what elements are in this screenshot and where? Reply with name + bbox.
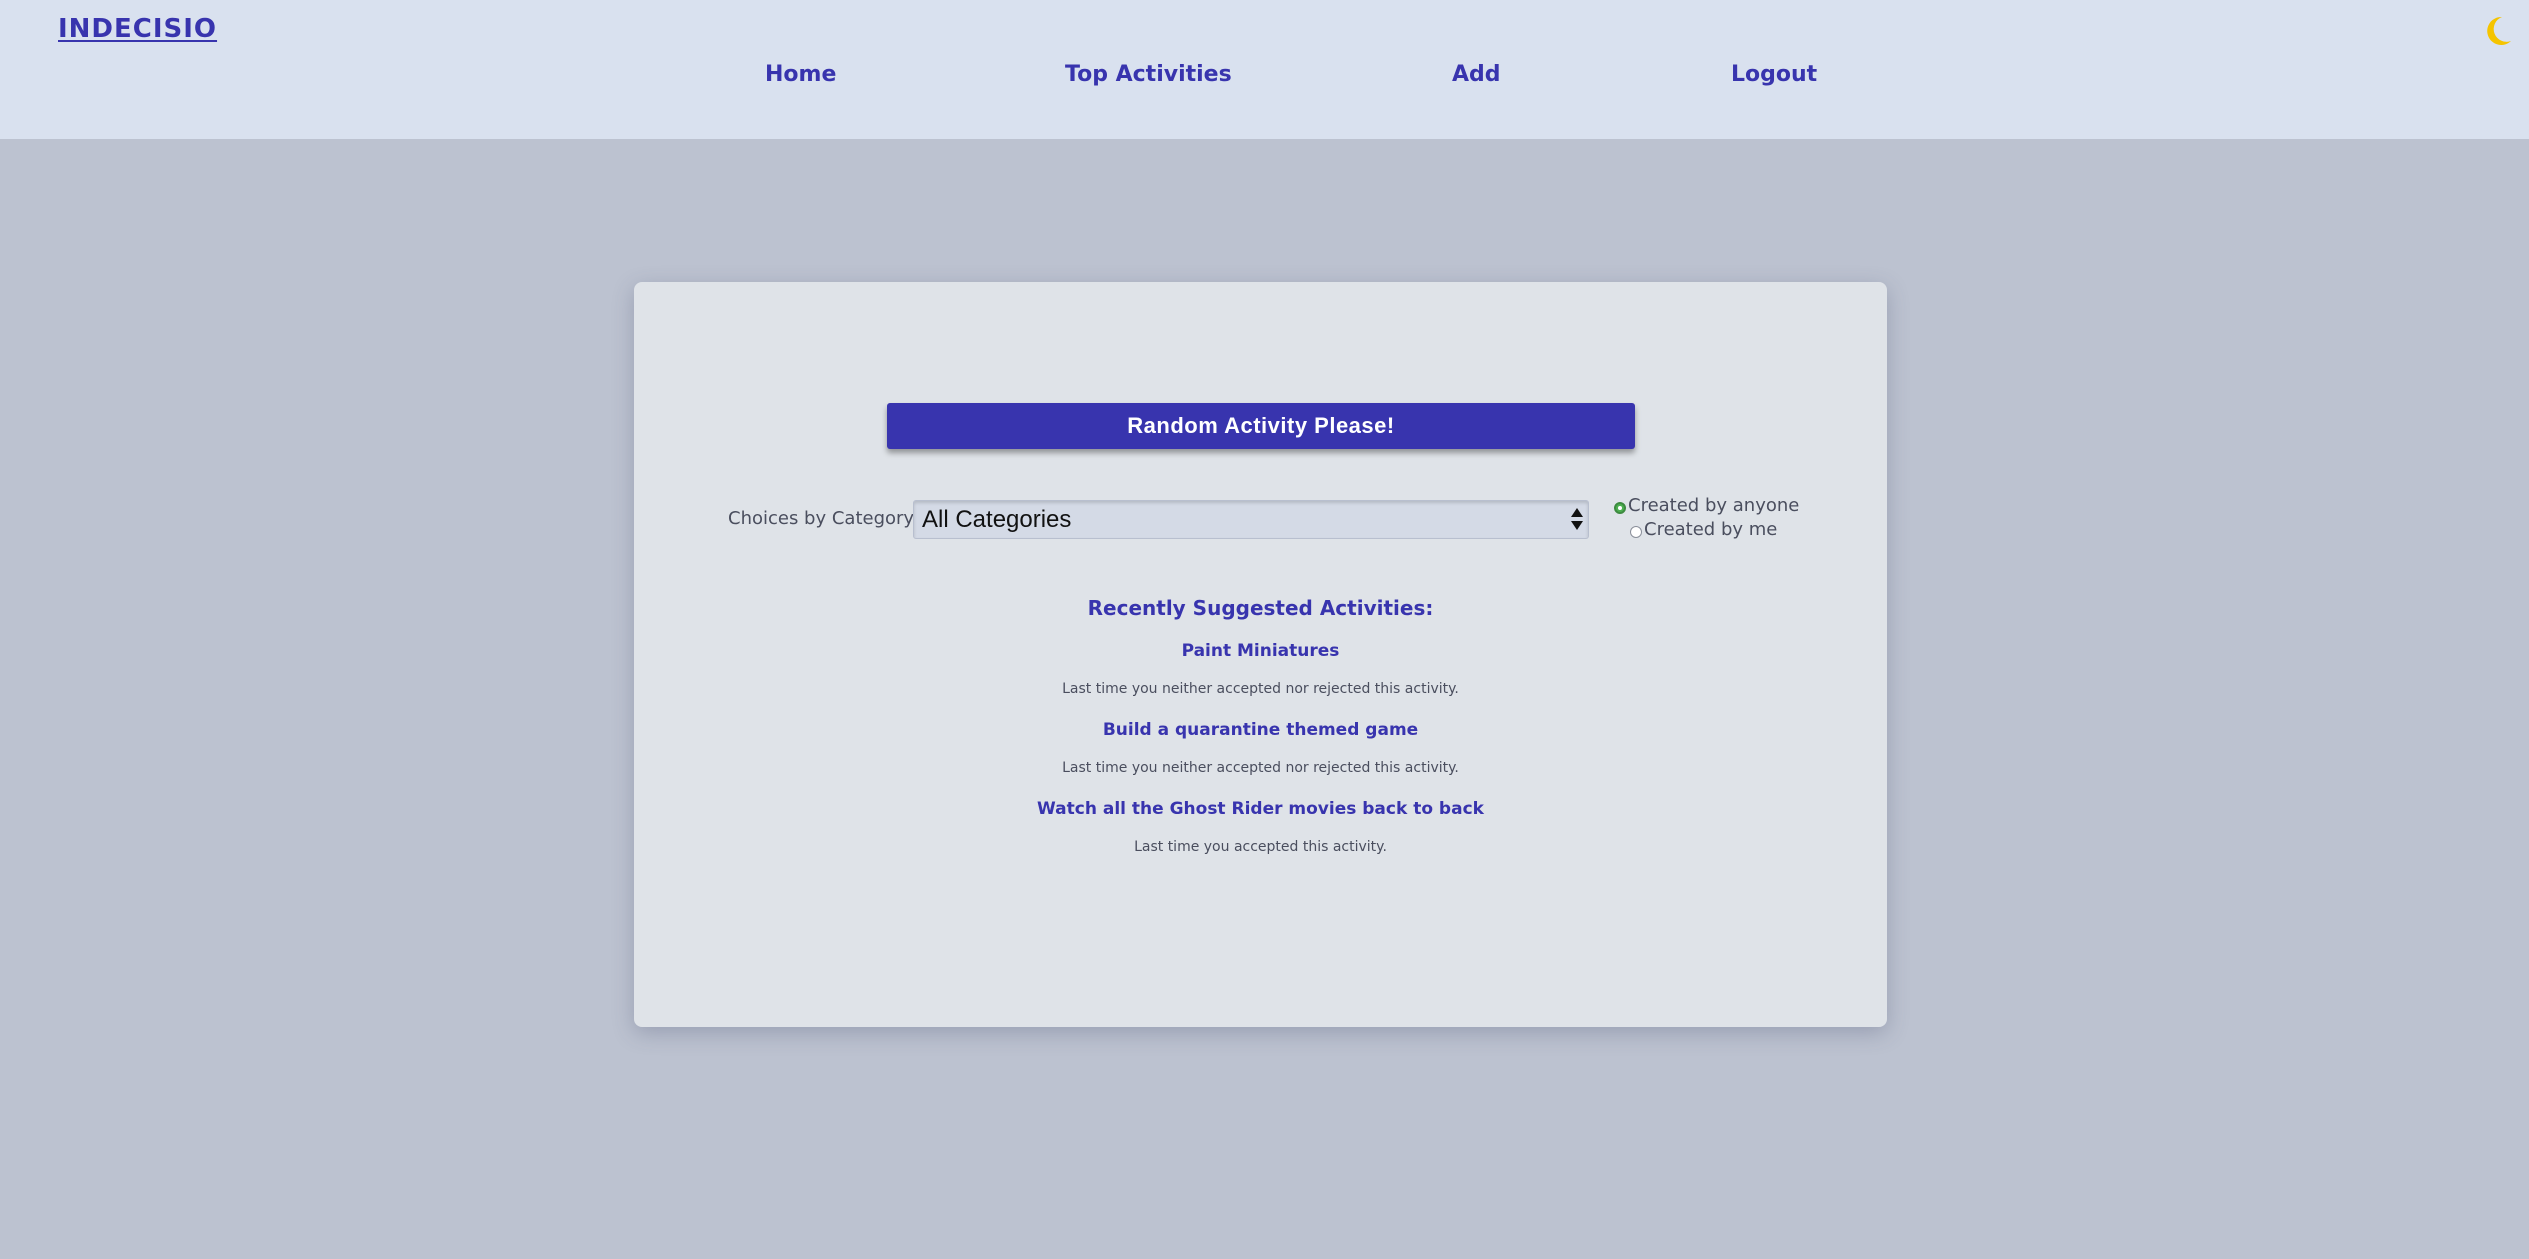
main-card: Random Activity Please! Choices by Categ…: [634, 282, 1887, 1027]
activity-note: Last time you neither accepted nor rejec…: [1062, 681, 1459, 697]
radio-anyone-label: Created by anyone: [1628, 495, 1800, 516]
activity-title[interactable]: Build a quarantine themed game: [634, 720, 1887, 740]
radio-checked-icon[interactable]: [1614, 501, 1626, 514]
category-select-value: All Categories: [922, 506, 1072, 533]
nav-add[interactable]: Add: [1452, 62, 1501, 87]
nav-logout[interactable]: Logout: [1731, 62, 1817, 87]
activity-note: Last time you neither accepted nor rejec…: [1062, 760, 1459, 776]
recent-heading: Recently Suggested Activities:: [1087, 596, 1434, 620]
top-header: INDECISIO Home Top Activities Add Logout: [0, 0, 2529, 139]
category-label: Choices by Category:: [728, 508, 919, 529]
nav-top-activities[interactable]: Top Activities: [1065, 62, 1232, 87]
category-select[interactable]: All Categories: [913, 500, 1589, 539]
activity-title[interactable]: Watch all the Ghost Rider movies back to…: [634, 799, 1887, 819]
activity-title[interactable]: Paint Miniatures: [634, 641, 1887, 661]
logo-link[interactable]: INDECISIO: [58, 14, 217, 44]
random-activity-button[interactable]: Random Activity Please!: [887, 403, 1635, 449]
radio-created-by-anyone[interactable]: Created by anyone: [1614, 495, 1799, 516]
nav-home[interactable]: Home: [765, 62, 836, 87]
select-arrows-icon: [1571, 508, 1583, 530]
radio-unchecked-icon[interactable]: [1630, 525, 1642, 538]
moon-icon[interactable]: [2480, 14, 2514, 48]
activity-note: Last time you accepted this activity.: [1134, 839, 1387, 855]
radio-created-by-me[interactable]: Created by me: [1630, 519, 1777, 540]
radio-me-label: Created by me: [1644, 519, 1778, 540]
